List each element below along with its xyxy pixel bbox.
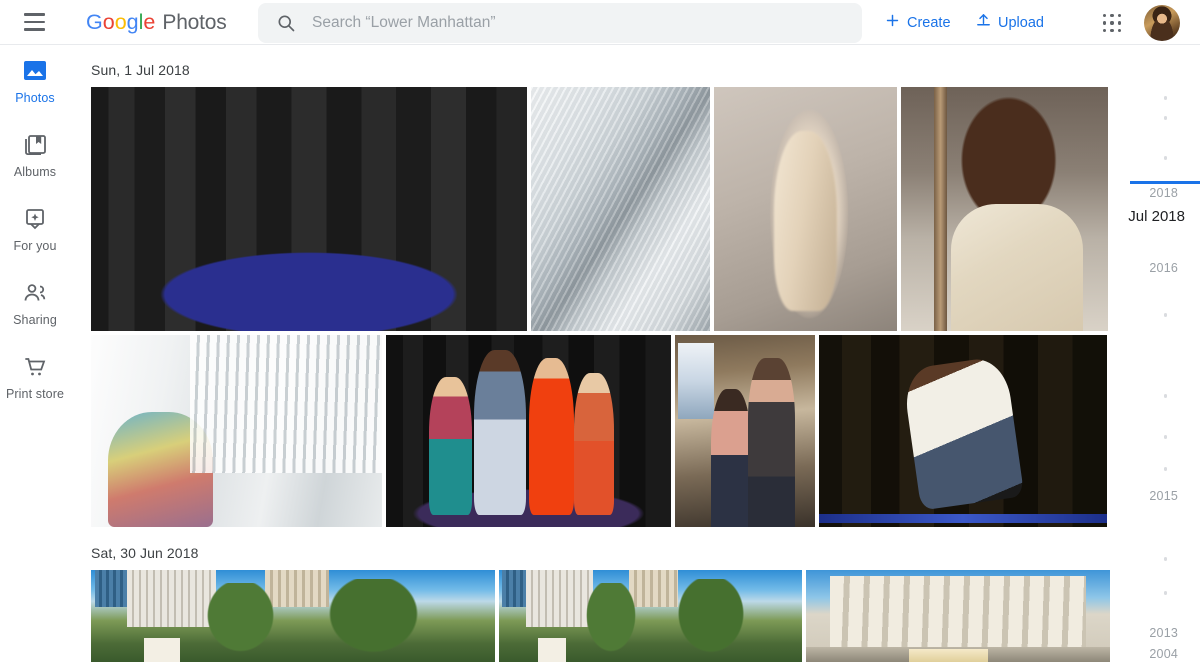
google-wordmark: Google: [86, 9, 156, 34]
photo-city-buildings-trees[interactable]: [499, 570, 802, 662]
photos-icon: [22, 58, 48, 84]
upload-icon: [975, 12, 992, 33]
photo-row: [70, 335, 1130, 527]
photo-stage-dance-group[interactable]: [91, 87, 527, 331]
timeline-dot[interactable]: [1163, 96, 1167, 100]
timeline-year-label[interactable]: 2016: [1149, 261, 1178, 275]
search-bar[interactable]: [258, 3, 862, 43]
for-you-icon: [22, 206, 48, 232]
create-label: Create: [907, 14, 951, 31]
photo-street-couple[interactable]: [675, 335, 815, 527]
app-header: Google Photos Create Upload: [0, 0, 1200, 45]
google-photos-logo[interactable]: Google Photos: [86, 10, 227, 35]
photo-fashion-runway-four[interactable]: [386, 335, 671, 527]
plus-icon: [884, 12, 901, 33]
sidebar-item-for-you[interactable]: For you: [0, 194, 70, 268]
hamburger-bar: [23, 20, 45, 24]
date-header: Sat, 30 Jun 2018: [91, 545, 199, 561]
sidebar-nav: Photos Albums For you Sharing Print stor…: [0, 46, 70, 667]
timeline-dot[interactable]: [1163, 394, 1167, 398]
sharing-icon: [22, 280, 48, 306]
search-icon: [276, 13, 296, 33]
sidebar-item-print-store[interactable]: Print store: [0, 342, 70, 416]
timeline-current-indicator-bar: [1130, 181, 1200, 184]
photo-row: [70, 87, 1130, 331]
sidebar-item-albums[interactable]: Albums: [0, 120, 70, 194]
photo-museum-portrait[interactable]: [901, 87, 1108, 331]
avatar[interactable]: [1144, 5, 1180, 41]
product-name: Photos: [162, 10, 227, 34]
sidebar-item-label: Albums: [13, 165, 57, 179]
timeline-dot[interactable]: [1163, 116, 1167, 120]
photo-stage-solo-dancer[interactable]: [819, 335, 1107, 527]
date-header: Sun, 1 Jul 2018: [91, 62, 190, 78]
photo-oculus-atrium-visitor[interactable]: [91, 335, 382, 527]
photo-row: [70, 570, 1130, 662]
sidebar-item-label: Photos: [15, 91, 55, 105]
photo-grid: Sun, 1 Jul 2018 Sat, 30 Jun 2018: [70, 46, 1130, 667]
timeline-year-label[interactable]: 2013: [1149, 626, 1178, 640]
hamburger-bar: [23, 13, 45, 16]
photo-protest-street-signs[interactable]: [91, 570, 495, 662]
print-store-icon: [22, 354, 48, 380]
photo-marble-statue[interactable]: [714, 87, 897, 331]
sidebar-item-sharing[interactable]: Sharing: [0, 268, 70, 342]
sidebar-item-label: Sharing: [13, 313, 57, 327]
timeline-dot[interactable]: [1163, 156, 1167, 160]
timeline-dot[interactable]: [1163, 557, 1167, 561]
timeline-year-label[interactable]: 2018: [1149, 186, 1178, 200]
sidebar-item-label: For you: [13, 239, 57, 253]
photo-courthouse-columns[interactable]: [806, 570, 1110, 662]
search-input[interactable]: [310, 13, 862, 33]
apps-grid-icon[interactable]: [1098, 9, 1126, 37]
upload-button[interactable]: Upload: [975, 0, 1044, 45]
timeline-dot[interactable]: [1163, 591, 1167, 595]
hamburger-bar: [23, 28, 45, 31]
timeline-dot[interactable]: [1163, 467, 1167, 471]
timeline-year-label[interactable]: 2015: [1149, 489, 1178, 503]
sidebar-item-photos[interactable]: Photos: [0, 46, 70, 120]
timeline-scrubber[interactable]: Jul 2018 2018 2016 2015 2013 2004: [1128, 46, 1200, 667]
photo-oculus-escalator[interactable]: [531, 87, 710, 331]
upload-label: Upload: [998, 14, 1044, 31]
timeline-dot[interactable]: [1163, 313, 1167, 317]
create-button[interactable]: Create: [884, 0, 951, 45]
sidebar-item-label: Print store: [5, 387, 65, 401]
timeline-dot[interactable]: [1163, 435, 1167, 439]
albums-icon: [22, 132, 48, 158]
timeline-current-label: Jul 2018: [1128, 208, 1185, 225]
hamburger-menu-icon[interactable]: [10, 0, 58, 45]
timeline-year-label[interactable]: 2004: [1149, 647, 1178, 661]
